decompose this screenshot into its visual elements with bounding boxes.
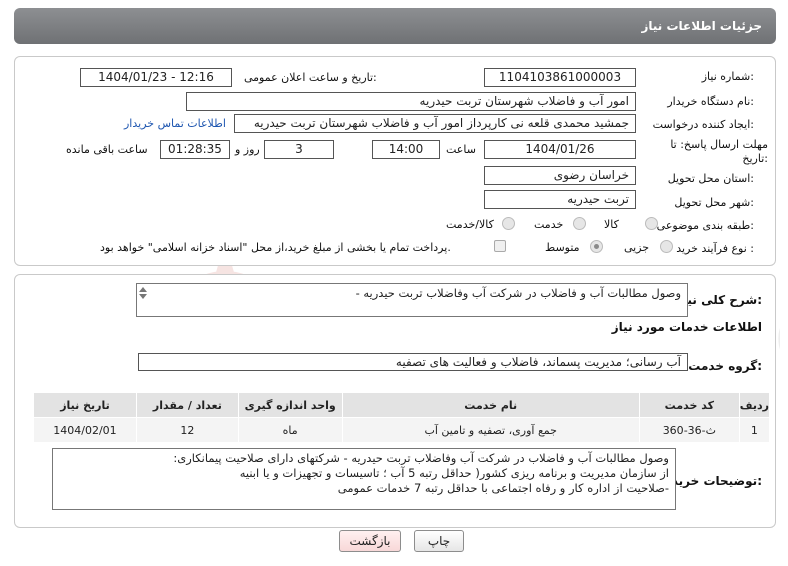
need-number-label: شماره نیاز: bbox=[701, 70, 754, 83]
announce-label: تاریخ و ساعت اعلان عمومی: bbox=[244, 71, 377, 84]
cell-row-number: 1 bbox=[738, 417, 771, 443]
scroll-down-icon[interactable] bbox=[139, 294, 147, 299]
cell-need-date: 1404/02/01 bbox=[33, 417, 137, 443]
buyer-org-field: امور آب و فاضلاب شهرستان تربت حیدریه bbox=[186, 92, 636, 111]
service-group-label: گروه خدمت: bbox=[688, 359, 762, 373]
process-radio-medium[interactable] bbox=[590, 240, 603, 253]
col-date-header: تاریخ نیاز bbox=[33, 392, 137, 418]
summary-label: شرح کلی نیاز: bbox=[676, 293, 762, 307]
buyer-org-label: نام دستگاه خریدار: bbox=[667, 95, 754, 108]
page-header: جزئیات اطلاعات نیاز bbox=[14, 8, 776, 44]
days-label: روز و bbox=[235, 143, 260, 156]
process-option-medium: متوسط bbox=[545, 241, 580, 254]
buyer-notes-textarea[interactable]: وصول مطالبات آب و فاضلاب در شرکت آب وفاض… bbox=[52, 448, 676, 510]
need-number-field: 1104103861000003 bbox=[484, 68, 636, 87]
col-code-header: کد خدمت bbox=[638, 392, 740, 418]
province-field: خراسان رضوی bbox=[484, 166, 636, 185]
category-radio-goods-service[interactable] bbox=[502, 217, 515, 230]
deadline-date-field: 1404/01/26 bbox=[484, 140, 636, 159]
city-label: شهر محل تحویل: bbox=[674, 196, 754, 209]
col-name-header: نام خدمت bbox=[341, 392, 640, 418]
buyer-notes-line-2: از سازمان مدیریت و برنامه ریزی کشور( حدا… bbox=[239, 466, 669, 480]
province-label: استان محل تحویل: bbox=[667, 172, 754, 185]
cell-unit: ماه bbox=[237, 417, 343, 443]
col-row-header: ردیف bbox=[738, 392, 771, 418]
cell-service-code: ث-36-360 bbox=[638, 417, 740, 443]
process-radio-minor[interactable] bbox=[660, 240, 673, 253]
cell-quantity: 12 bbox=[135, 417, 239, 443]
table-row: 1 ث-36-360 جمع آوری، تصفیه و تامین آب ما… bbox=[33, 417, 771, 443]
services-table: ردیف کد خدمت نام خدمت واحد اندازه گیری ت… bbox=[33, 392, 771, 443]
remaining-time-field: 01:28:35 bbox=[160, 140, 230, 159]
category-radio-goods[interactable] bbox=[645, 217, 658, 230]
print-button[interactable]: چاپ bbox=[414, 530, 464, 552]
back-button[interactable]: بازگشت bbox=[339, 530, 401, 552]
process-option-minor: جزیی bbox=[624, 241, 650, 254]
services-table-header: ردیف کد خدمت نام خدمت واحد اندازه گیری ت… bbox=[33, 392, 771, 418]
process-label: نوع فرآیند خرید : bbox=[676, 242, 754, 255]
category-radio-service[interactable] bbox=[573, 217, 586, 230]
col-unit-header: واحد اندازه گیری bbox=[237, 392, 343, 418]
treasury-payment-checkbox[interactable] bbox=[494, 240, 506, 252]
page-title: جزئیات اطلاعات نیاز bbox=[641, 19, 762, 33]
service-group-field: آب رسانی؛ مدیریت پسماند، فاضلاب و فعالیت… bbox=[138, 353, 688, 371]
cell-service-name: جمع آوری، تصفیه و تامین آب bbox=[341, 417, 640, 443]
services-section-title: اطلاعات خدمات مورد نیاز bbox=[611, 320, 762, 334]
scroll-up-icon[interactable] bbox=[139, 287, 147, 292]
payment-note: پرداخت تمام یا بخشی از مبلغ خرید،از محل … bbox=[100, 241, 451, 254]
requester-field: جمشید محمدی قلعه نی کارپرداز امور آب و ف… bbox=[234, 114, 636, 133]
category-option-service: خدمت bbox=[534, 218, 564, 231]
category-label: طبقه بندی موضوعی: bbox=[656, 219, 754, 232]
buyer-notes-line-3: -صلاحیت از اداره کار و رفاه اجتماعی با ح… bbox=[337, 481, 669, 495]
remaining-days-field: 3 bbox=[264, 140, 334, 159]
category-option-goods: کالا bbox=[604, 218, 619, 231]
summary-text: وصول مطالبات آب و فاضلاب در شرکت آب وفاض… bbox=[355, 286, 681, 300]
city-field: تربت حیدریه bbox=[484, 190, 636, 209]
buyer-notes-line-1: وصول مطالبات آب و فاضلاب در شرکت آب وفاض… bbox=[173, 451, 669, 465]
category-option-goods-service: کالا/خدمت bbox=[446, 218, 494, 231]
deadline-time-label: ساعت bbox=[446, 143, 476, 156]
summary-textarea[interactable]: وصول مطالبات آب و فاضلاب در شرکت آب وفاض… bbox=[136, 283, 688, 317]
remaining-label: ساعت باقی مانده bbox=[66, 143, 148, 156]
deadline-label: مهلت ارسال پاسخ: تا تاریخ: bbox=[670, 138, 768, 165]
requester-label: ایجاد کننده درخواست: bbox=[652, 118, 754, 131]
announce-datetime-field: 1404/01/23 - 12:16 bbox=[80, 68, 232, 87]
buyer-contact-link[interactable]: اطلاعات تماس خریدار bbox=[124, 117, 226, 130]
deadline-time-field: 14:00 bbox=[372, 140, 440, 159]
col-qty-header: تعداد / مقدار bbox=[135, 392, 239, 418]
